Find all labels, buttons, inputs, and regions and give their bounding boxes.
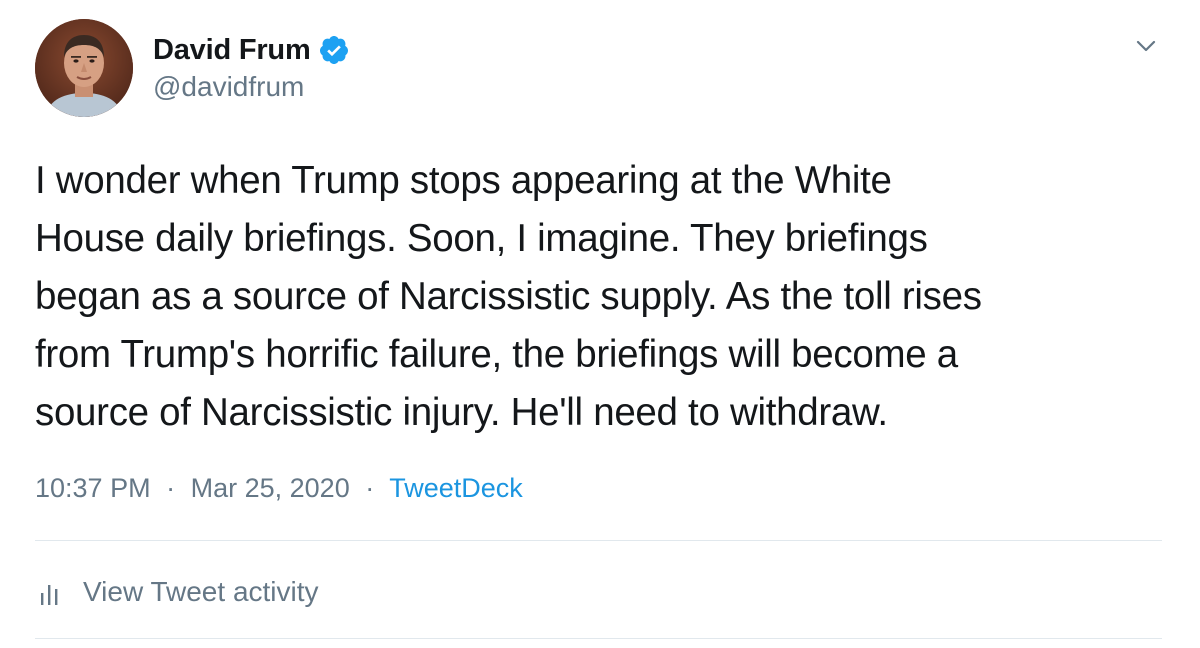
avatar-photo (35, 19, 133, 117)
tweet-date[interactable]: Mar 25, 2020 (191, 473, 350, 503)
author-display-name[interactable]: David Frum (153, 34, 311, 67)
bar-chart-icon (35, 577, 65, 607)
view-tweet-activity-label: View Tweet activity (83, 576, 319, 607)
divider (35, 540, 1162, 541)
verified-badge-icon (318, 34, 350, 66)
tweet-time[interactable]: 10:37 PM (35, 473, 151, 503)
divider (35, 638, 1162, 639)
tweet-text-line: began as a source of Narcissistic supply… (35, 275, 982, 318)
tweet-card: David Frum @davidfrum I wonder when Trum… (0, 0, 1200, 648)
avatar[interactable] (35, 19, 133, 117)
tweet-text-line: source of Narcissistic injury. He'll nee… (35, 391, 888, 434)
author-handle[interactable]: @davidfrum (153, 71, 304, 103)
tweet-metadata: 10:37 PM · Mar 25, 2020 · TweetDeck (35, 473, 523, 504)
tweet-text-line: from Trump's horrific failure, the brief… (35, 333, 958, 376)
chevron-down-icon[interactable] (1132, 34, 1160, 58)
view-tweet-activity-button[interactable]: View Tweet activity (35, 570, 319, 614)
author-name-row[interactable]: David Frum (153, 30, 350, 70)
tweet-text-line: House daily briefings. Soon, I imagine. … (35, 217, 928, 260)
metadata-separator: · (166, 473, 176, 503)
tweet-text: I wonder when Trump stops appearing at t… (35, 152, 1165, 442)
tweet-source-link[interactable]: TweetDeck (389, 473, 523, 503)
tweet-text-line: I wonder when Trump stops appearing at t… (35, 159, 892, 202)
metadata-separator: · (365, 473, 375, 503)
